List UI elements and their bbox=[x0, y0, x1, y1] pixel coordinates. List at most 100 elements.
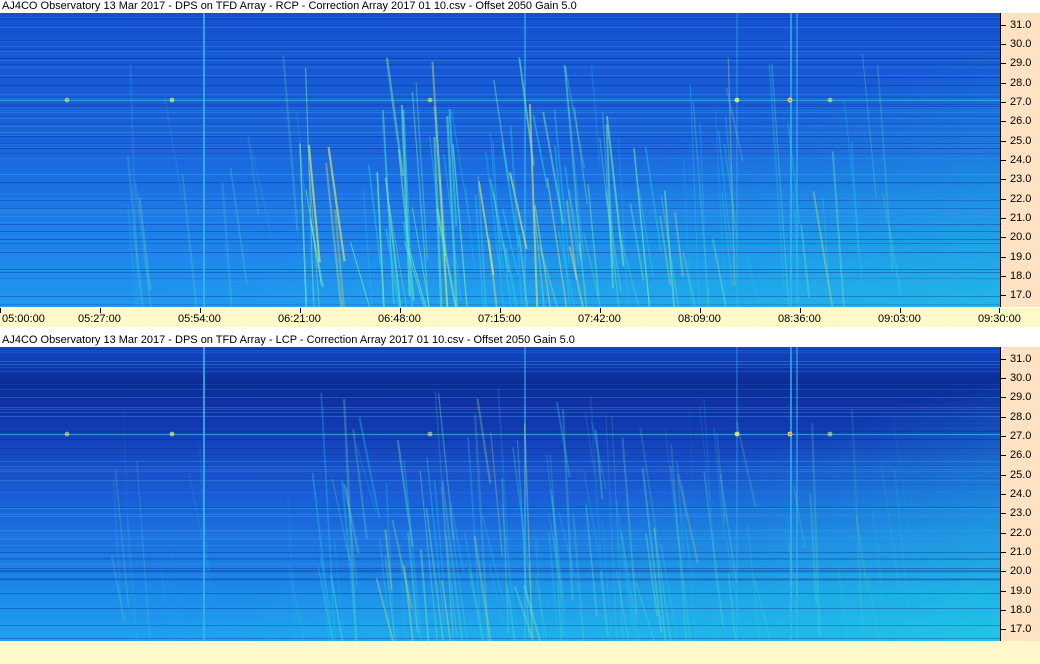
noise-band bbox=[0, 568, 1000, 569]
noise-band bbox=[0, 469, 1000, 470]
noise-band bbox=[0, 112, 1000, 113]
noise-band bbox=[0, 514, 1000, 515]
y-tick bbox=[1001, 629, 1006, 630]
hot-spot bbox=[827, 431, 833, 437]
rcp-spectrogram bbox=[0, 13, 1000, 307]
hot-spot bbox=[169, 97, 175, 103]
lcp-title: AJ4CO Observatory 13 Mar 2017 - DPS on T… bbox=[0, 334, 1040, 347]
y-tick bbox=[1001, 475, 1006, 476]
noise-band bbox=[0, 107, 1000, 108]
y-tick-label: 27.0 bbox=[1010, 430, 1032, 442]
noise-band bbox=[0, 132, 1000, 133]
noise-band bbox=[0, 183, 1000, 184]
y-tick bbox=[1001, 102, 1006, 103]
x-tick-label: 06:48:00 bbox=[378, 313, 421, 325]
y-tick-label: 23.0 bbox=[1010, 507, 1032, 519]
y-tick bbox=[1001, 436, 1006, 437]
y-tick bbox=[1001, 44, 1006, 45]
noise-band bbox=[0, 64, 1000, 65]
y-tick-label: 25.0 bbox=[1010, 135, 1032, 147]
noise-band bbox=[0, 46, 1000, 47]
rcp-spectrogram-canvas bbox=[0, 13, 1000, 307]
hot-spot bbox=[734, 431, 740, 437]
x-tick-label: 05:54:00 bbox=[178, 313, 221, 325]
noise-band bbox=[0, 136, 1000, 137]
y-tick bbox=[1001, 121, 1006, 122]
noise-band bbox=[0, 570, 1000, 571]
noise-band bbox=[0, 580, 1000, 581]
x-tick-label: 05:00:00 bbox=[2, 313, 45, 325]
y-tick-label: 28.0 bbox=[1010, 77, 1032, 89]
hot-spot bbox=[64, 431, 70, 437]
noise-band bbox=[0, 471, 1000, 472]
y-tick bbox=[1001, 83, 1006, 84]
y-tick-label: 26.0 bbox=[1010, 115, 1032, 127]
noise-band bbox=[0, 128, 1000, 129]
noise-band bbox=[0, 349, 1000, 350]
noise-band bbox=[0, 199, 1000, 200]
noise-band bbox=[0, 49, 1000, 50]
y-tick bbox=[1001, 610, 1006, 611]
y-tick bbox=[1001, 237, 1006, 238]
noise-band bbox=[0, 110, 1000, 111]
spectrogram-corner-glow bbox=[0, 347, 1000, 641]
y-tick-label: 18.0 bbox=[1010, 270, 1032, 282]
interference-line bbox=[0, 174, 1000, 175]
noise-band bbox=[0, 106, 1000, 107]
noise-band bbox=[0, 545, 1000, 546]
vertical-interference bbox=[524, 13, 526, 307]
hot-spot bbox=[427, 97, 433, 103]
y-tick bbox=[1001, 455, 1006, 456]
lcp-frequency-axis: 31.0 30.0 29.0 28.0 27.0 26.0 25.0 24.0 23.0 22.0… bbox=[1000, 347, 1040, 641]
y-tick bbox=[1001, 160, 1006, 161]
interference-line bbox=[0, 508, 1000, 509]
x-tick-label: 07:15:00 bbox=[478, 313, 521, 325]
noise-band bbox=[0, 378, 1000, 379]
interference-line bbox=[0, 434, 1000, 435]
noise-band bbox=[0, 216, 1000, 217]
hot-spot-peak bbox=[788, 432, 792, 436]
noise-band bbox=[0, 579, 1000, 580]
y-tick-label: 31.0 bbox=[1010, 19, 1032, 31]
noise-band bbox=[0, 539, 1000, 540]
y-tick-label: 25.0 bbox=[1010, 469, 1032, 481]
noise-band bbox=[0, 431, 1000, 432]
y-tick-label: 19.0 bbox=[1010, 251, 1032, 263]
noise-band bbox=[0, 194, 1000, 195]
y-tick-label: 26.0 bbox=[1010, 449, 1032, 461]
interference-line bbox=[0, 75, 1000, 76]
y-tick bbox=[1001, 591, 1006, 592]
noise-band bbox=[0, 364, 1000, 365]
noise-band bbox=[0, 143, 1000, 144]
noise-band bbox=[0, 77, 1000, 78]
y-tick bbox=[1001, 552, 1006, 553]
x-tick bbox=[0, 308, 1, 313]
y-tick-label: 20.0 bbox=[1010, 565, 1032, 577]
y-tick bbox=[1001, 417, 1006, 418]
x-tick-label: 09:30:00 bbox=[978, 313, 1021, 325]
noise-band bbox=[0, 571, 1000, 572]
y-tick-label: 21.0 bbox=[1010, 546, 1032, 558]
noise-band bbox=[0, 625, 1000, 626]
y-tick bbox=[1001, 179, 1006, 180]
noise-band bbox=[0, 478, 1000, 479]
noise-band bbox=[0, 18, 1000, 19]
y-tick-label: 28.0 bbox=[1010, 411, 1032, 423]
noise-band bbox=[0, 97, 1000, 98]
noise-band bbox=[0, 17, 1000, 18]
noise-band bbox=[0, 555, 1000, 556]
interference-line bbox=[0, 27, 1000, 28]
y-tick bbox=[1001, 378, 1006, 379]
hot-spot bbox=[427, 431, 433, 437]
y-tick bbox=[1001, 494, 1006, 495]
hot-spot bbox=[64, 97, 70, 103]
vertical-interference bbox=[790, 347, 792, 641]
lcp-spectrogram-canvas bbox=[0, 347, 1000, 641]
y-tick-label: 17.0 bbox=[1010, 623, 1032, 635]
noise-band bbox=[0, 453, 1000, 454]
interference-line bbox=[0, 100, 1000, 101]
y-tick-label: 24.0 bbox=[1010, 154, 1032, 166]
y-tick-label: 22.0 bbox=[1010, 527, 1032, 539]
y-tick bbox=[1001, 141, 1006, 142]
noise-band bbox=[0, 200, 1000, 201]
